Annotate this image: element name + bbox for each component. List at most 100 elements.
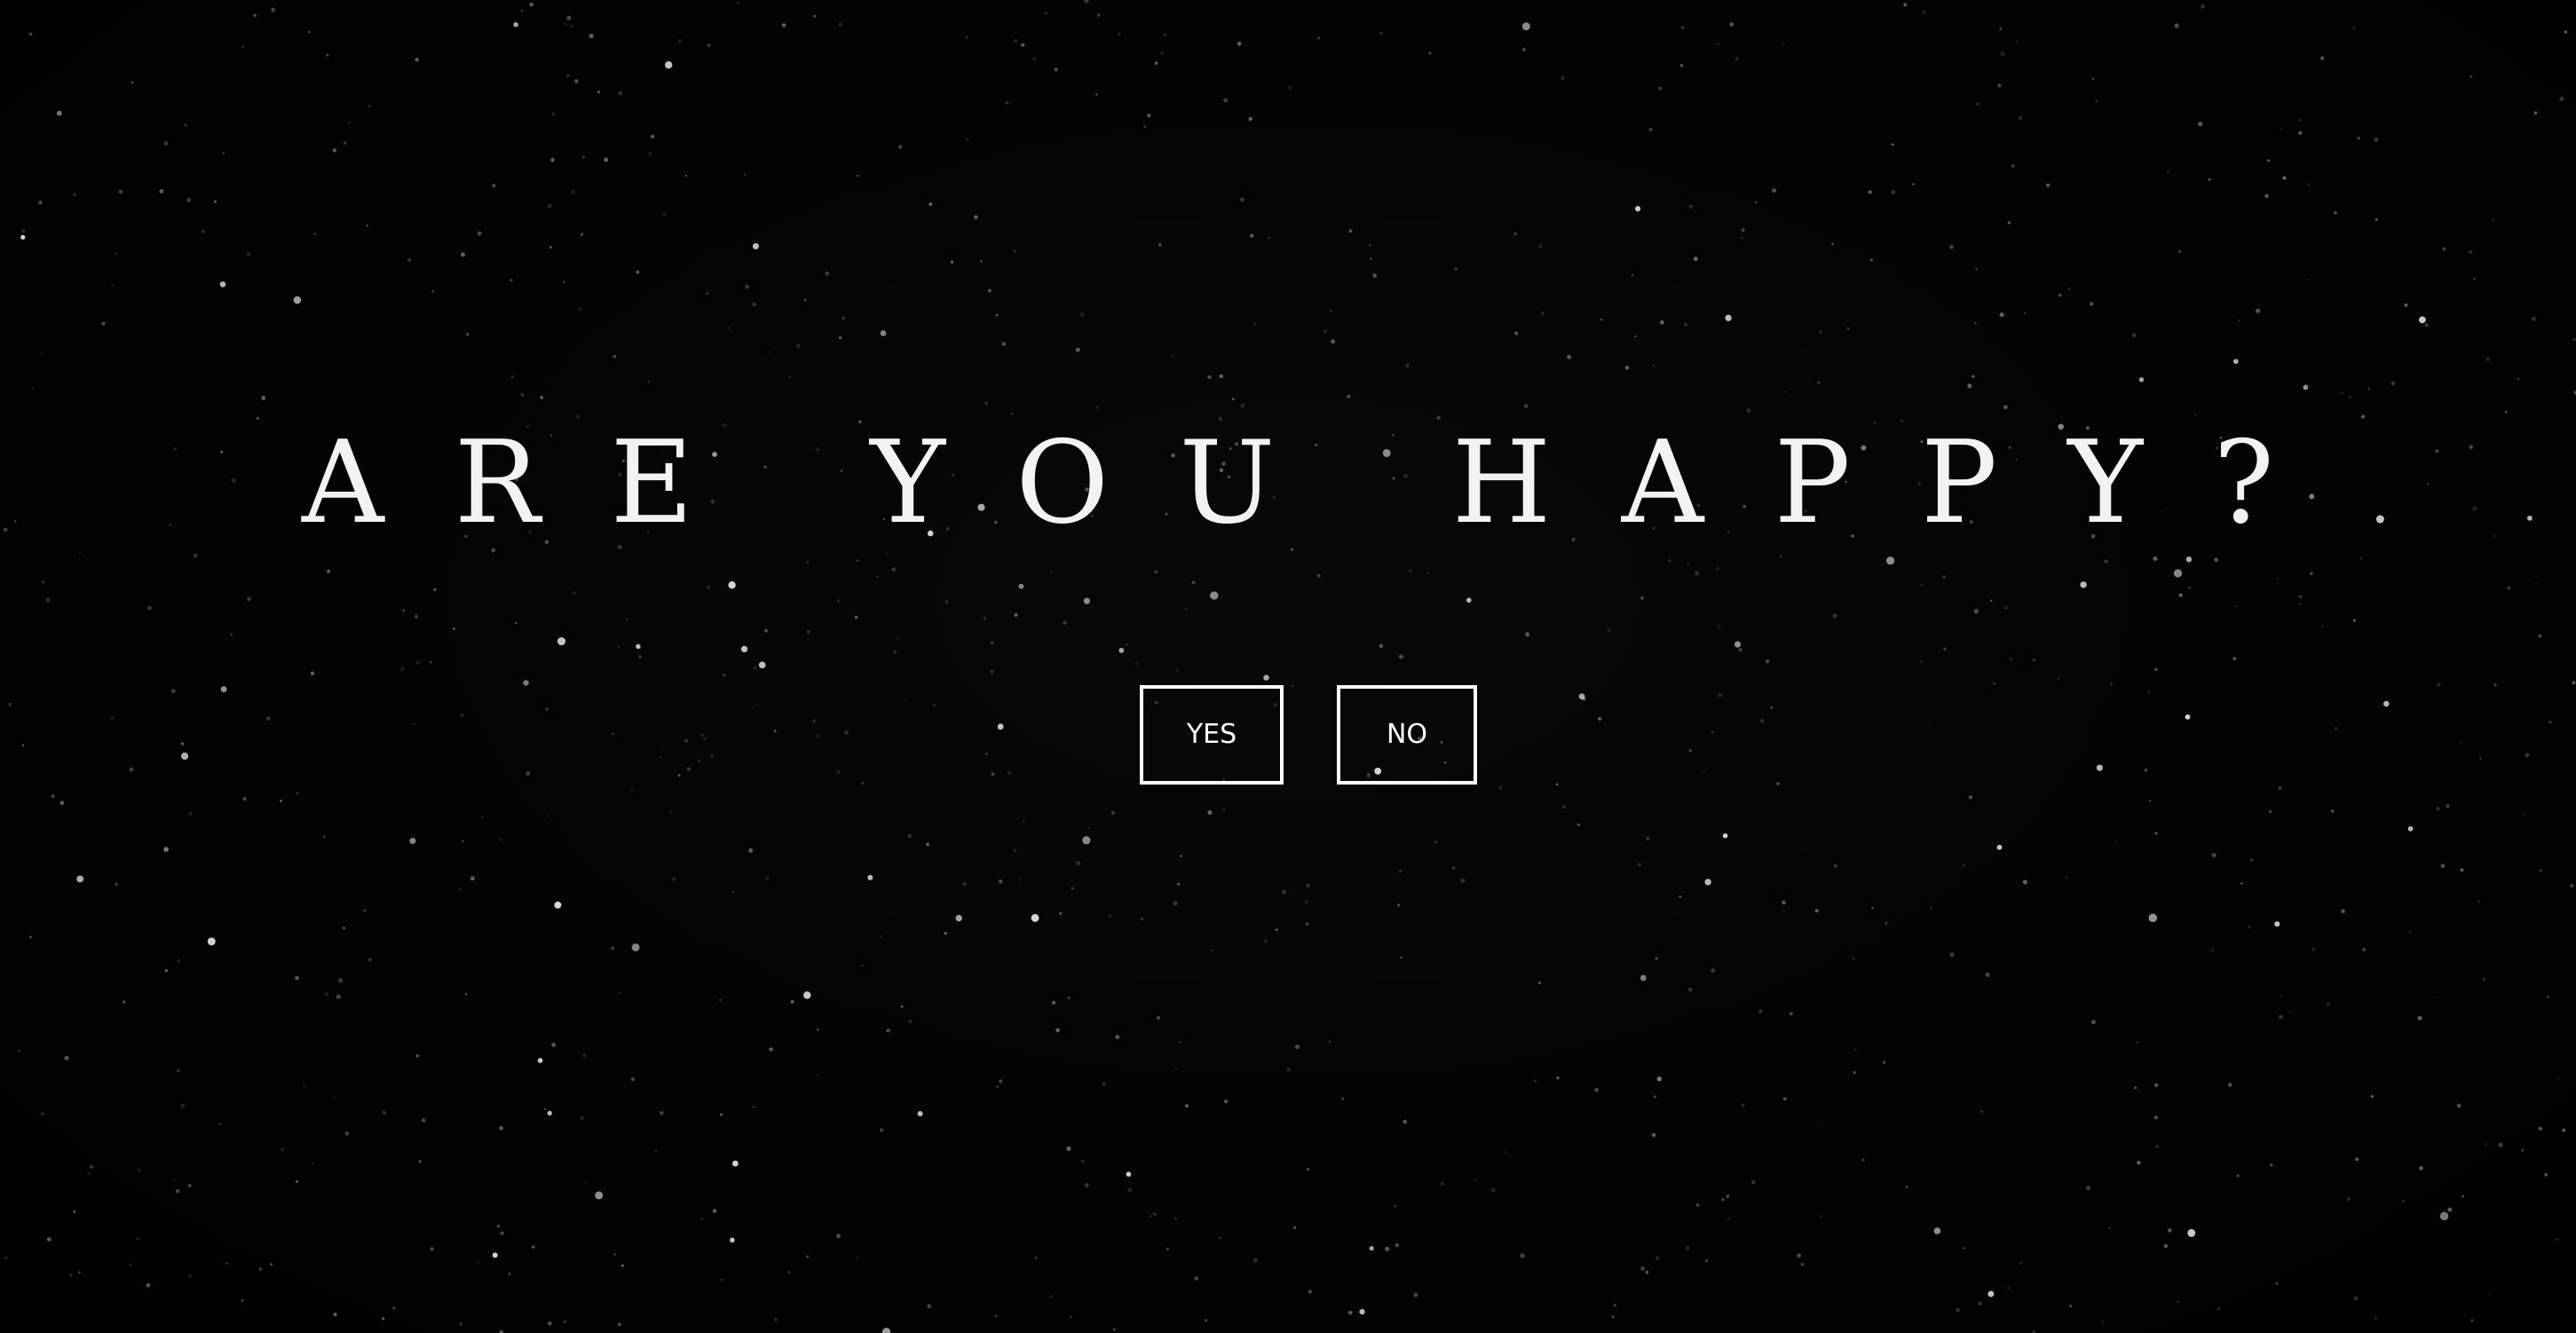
- star-particle: [753, 1106, 755, 1108]
- star-particle: [578, 306, 582, 312]
- star-particle: [21, 744, 25, 746]
- star-particle: [781, 23, 786, 28]
- star-particle: [955, 914, 962, 922]
- star-particle: [611, 732, 614, 736]
- star-particle: [1014, 613, 1018, 617]
- star-particle: [115, 252, 118, 256]
- star-particle: [547, 1110, 552, 1116]
- star-particle: [881, 1328, 891, 1333]
- star-particle: [407, 257, 412, 262]
- star-particle: [1758, 1009, 1763, 1014]
- star-particle: [1454, 267, 1458, 272]
- star-particle: [2564, 30, 2568, 34]
- star-particle: [854, 615, 858, 619]
- star-particle: [2310, 572, 2313, 576]
- star-particle: [1687, 987, 1693, 992]
- star-particle: [2046, 183, 2051, 187]
- star-particle: [2080, 581, 2087, 588]
- star-particle: [662, 212, 667, 217]
- star-particle: [580, 233, 584, 236]
- star-particle: [1140, 917, 1144, 921]
- star-particle: [836, 769, 841, 774]
- star-particle: [769, 1047, 773, 1052]
- star-particle: [130, 81, 134, 84]
- star-particle: [2018, 115, 2023, 121]
- star-particle: [997, 723, 1004, 730]
- star-particle: [1765, 659, 1770, 664]
- star-particle: [979, 259, 983, 263]
- star-particle: [366, 225, 369, 227]
- star-particle: [1070, 1315, 1072, 1319]
- star-particle: [1978, 1301, 1982, 1306]
- star-particle: [1067, 996, 1071, 1000]
- star-particle: [686, 767, 691, 771]
- star-particle: [1656, 1077, 1662, 1082]
- star-particle: [595, 1191, 604, 1200]
- star-particle: [1428, 51, 1432, 55]
- star-particle: [2362, 947, 2367, 952]
- star-particle: [1703, 769, 1705, 772]
- star-particle: [876, 575, 879, 578]
- star-particle: [122, 1000, 126, 1005]
- star-particle: [668, 809, 673, 814]
- star-particle: [1191, 580, 1196, 585]
- star-particle: [574, 79, 579, 83]
- star-particle: [1166, 1247, 1170, 1251]
- star-particle: [1655, 1256, 1660, 1260]
- star-particle: [2282, 176, 2287, 180]
- star-particle: [886, 1029, 891, 1033]
- star-particle: [1409, 569, 1412, 573]
- star-particle: [241, 45, 245, 48]
- star-particle: [2135, 1040, 2139, 1045]
- star-particle: [1044, 12, 1047, 15]
- star-particle: [1784, 390, 1787, 393]
- star-particle: [1679, 63, 1684, 67]
- star-particle: [45, 597, 51, 603]
- star-particle: [2419, 1165, 2423, 1171]
- star-particle: [2460, 868, 2464, 872]
- no-button[interactable]: NO: [1337, 685, 1477, 785]
- star-particle: [1185, 1104, 1189, 1108]
- star-particle: [1207, 375, 1212, 380]
- star-particle: [773, 730, 777, 732]
- star-particle: [1308, 1290, 1312, 1294]
- star-particle: [2091, 77, 2095, 81]
- star-particle: [1248, 116, 1252, 122]
- star-particle: [2352, 619, 2356, 622]
- star-particle: [184, 123, 187, 127]
- star-particle: [1369, 1245, 1374, 1251]
- star-particle: [164, 968, 169, 973]
- star-particle: [1721, 1197, 1725, 1202]
- star-particle: [1513, 232, 1517, 236]
- star-particle: [2419, 316, 2426, 324]
- star-particle: [1990, 599, 1993, 602]
- star-particle: [1561, 75, 1566, 81]
- star-particle: [2341, 391, 2343, 395]
- star-particle: [651, 134, 655, 138]
- star-particle: [293, 296, 302, 304]
- star-particle: [2211, 949, 2215, 952]
- star-particle: [856, 1256, 859, 1258]
- star-particle: [280, 800, 282, 802]
- star-particle: [1537, 981, 1541, 985]
- star-particle: [2016, 40, 2019, 43]
- star-particle: [1974, 321, 1977, 325]
- star-particle: [367, 104, 372, 108]
- yes-button[interactable]: YES: [1140, 685, 1284, 785]
- star-particle: [659, 755, 662, 759]
- star-particle: [414, 614, 419, 619]
- star-particle: [327, 569, 331, 573]
- star-particles: [3, 0, 2576, 1333]
- star-particle: [907, 833, 913, 839]
- star-particle: [1403, 1119, 1408, 1124]
- star-particle: [2187, 1228, 2196, 1237]
- star-particle: [1987, 1290, 1995, 1298]
- star-particle: [1005, 100, 1009, 105]
- star-particle: [2547, 996, 2549, 998]
- star-particle: [1635, 206, 1641, 212]
- star-particle: [1252, 1258, 1258, 1263]
- star-particle: [459, 887, 462, 891]
- star-particle: [1237, 41, 1242, 46]
- star-particle: [1920, 584, 1924, 587]
- star-particle: [2137, 1160, 2141, 1165]
